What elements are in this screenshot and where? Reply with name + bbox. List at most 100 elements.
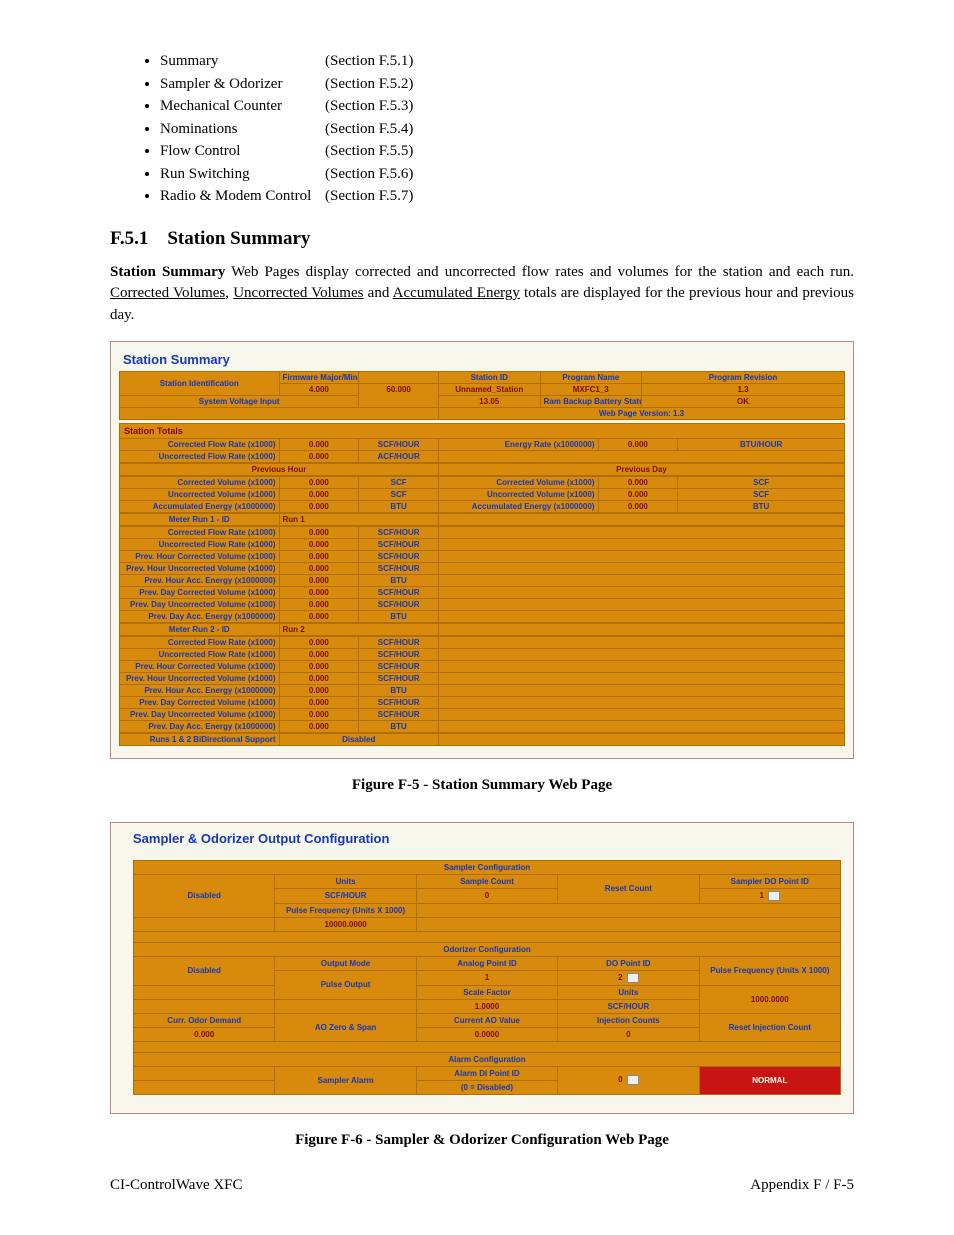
alarm-di-label: Alarm DI Point ID (416, 1066, 557, 1080)
toc-name: Mechanical Counter (160, 95, 325, 118)
run-row-label: Prev. Day Acc. Energy (x1000000) (120, 610, 280, 622)
run-row-value: 0.000 (279, 526, 359, 538)
ph-cv-u: SCF (359, 476, 439, 488)
toc-name: Summary (160, 50, 325, 73)
para-lead: Station Summary (110, 264, 225, 280)
figure-f5-caption: Figure F-5 - Station Summary Web Page (110, 777, 854, 794)
run-row-value: 0.000 (279, 720, 359, 732)
run-row-value: 0.000 (279, 696, 359, 708)
figure-f6-caption: Figure F-6 - Sampler & Odorizer Configur… (110, 1132, 854, 1149)
toc-sec: (Section F.5.1) (325, 53, 413, 69)
sampler-pf-label: Pulse Frequency (Units X 1000) (275, 903, 416, 917)
run-row-value: 0.000 (279, 660, 359, 672)
run-row-label: Corrected Flow Rate (x1000) (120, 636, 280, 648)
ao-zero-span-button[interactable]: AO Zero & Span (275, 1013, 416, 1041)
toc-item: Sampler & Odorizer(Section F.5.2) (160, 73, 854, 96)
toc-name: Flow Control (160, 140, 325, 163)
run-row-label: Uncorrected Flow Rate (x1000) (120, 538, 280, 550)
odor-pf-value: 1000.0000 (699, 985, 840, 1013)
reset-injection-button[interactable]: Reset Injection Count (699, 1013, 840, 1041)
scale-factor-value: 1.0000 (416, 999, 557, 1013)
run-row-value: 0.000 (279, 610, 359, 622)
run1-id: Run 1 (279, 513, 439, 525)
pname-value: MXFC1_3 (540, 383, 642, 395)
ph-cv-l: Corrected Volume (x1000) (120, 476, 280, 488)
run2-bidi-table: Runs 1 & 2 BiDirectional Support Disable… (119, 733, 845, 746)
alarm-di-value[interactable]: 0 (558, 1066, 699, 1094)
pd-uv-v: 0.000 (598, 488, 678, 500)
run-row-value: 0.000 (279, 684, 359, 696)
cod-label: Curr. Odor Demand (134, 1013, 275, 1027)
cao-label: Current AO Value (416, 1013, 557, 1027)
sampler-alarm-label: Sampler Alarm (275, 1066, 416, 1094)
run-row-unit: SCF/HOUR (359, 672, 439, 684)
toc-name: Radio & Modem Control (160, 185, 325, 208)
sampler-units-value: SCF/HOUR (275, 888, 416, 903)
analog-point-value: 1 (416, 970, 557, 985)
run-row-unit: SCF/HOUR (359, 538, 439, 550)
run-row-unit: BTU (359, 720, 439, 732)
sampler-units-label: Units (275, 874, 416, 888)
run-row-label: Prev. Day Corrected Volume (x1000) (120, 586, 280, 598)
scale-factor-label: Scale Factor (416, 985, 557, 999)
run-row-value: 0.000 (279, 586, 359, 598)
pd-ae-v: 0.000 (598, 500, 678, 512)
para-text: Web Pages display corrected and uncorrec… (225, 264, 854, 280)
toc-sec: (Section F.5.6) (325, 166, 413, 182)
do-point-value[interactable]: 2 (558, 970, 699, 985)
run-row-unit: SCF/HOUR (359, 696, 439, 708)
para-u2: Uncorrected Volumes (233, 285, 363, 301)
run-row-label: Prev. Day Corrected Volume (x1000) (120, 696, 280, 708)
pd-ae-l: Accumulated Energy (x1000000) (439, 500, 599, 512)
sampler-do-value[interactable]: 1 (699, 888, 840, 903)
toc-name: Nominations (160, 118, 325, 141)
figure-f6: Sampler & Odorizer Output Configuration … (110, 822, 854, 1114)
ph-ae-v: 0.000 (279, 500, 359, 512)
toc-sec: (Section F.5.5) (325, 143, 413, 159)
station-totals-header: Station Totals (119, 423, 845, 438)
analog-point-label: Analog Point ID (416, 956, 557, 970)
odor-disabled: Disabled (134, 956, 275, 985)
run-row-value: 0.000 (279, 636, 359, 648)
alarm-status: NORMAL (699, 1066, 840, 1094)
er-label: Energy Rate (x1000000) (439, 438, 599, 450)
ufr-value: 0.000 (279, 450, 359, 462)
section-heading: F.5.1 Station Summary (110, 228, 854, 250)
station-ident-table: Station Identification Firmware Major/Mi… (119, 371, 845, 420)
ph-ae-u: BTU (359, 500, 439, 512)
webpage-title: Station Summary (119, 350, 845, 371)
pd-header: Previous Day (439, 463, 845, 475)
reset-count-button[interactable]: Reset Count (558, 874, 699, 903)
output-mode-value: Pulse Output (275, 970, 416, 999)
ic-label: Injection Counts (558, 1013, 699, 1027)
para-u1: Corrected Volumes (110, 285, 225, 301)
run-row-unit: SCF/HOUR (359, 708, 439, 720)
ufr-label: Uncorrected Flow Rate (x1000) (120, 450, 280, 462)
rbbs-value: OK (642, 395, 845, 407)
ph-cv-v: 0.000 (279, 476, 359, 488)
ph-uv-u: SCF (359, 488, 439, 500)
run-row-unit: SCF/HOUR (359, 550, 439, 562)
toc-list: Summary(Section F.5.1) Sampler & Odorize… (110, 50, 854, 208)
sampler-disabled: Disabled (134, 874, 275, 917)
fw-major: 4.000 (279, 383, 359, 395)
toc-item: Mechanical Counter(Section F.5.3) (160, 95, 854, 118)
sampler-config-table: Sampler Configuration Disabled Units Sam… (133, 860, 841, 1095)
run-row-unit: BTU (359, 610, 439, 622)
run-row-unit: SCF/HOUR (359, 660, 439, 672)
run2-header: Meter Run 2 - ID (120, 623, 280, 635)
prev-label: Program Revision (642, 371, 845, 383)
run-row-label: Prev. Hour Uncorrected Volume (x1000) (120, 562, 280, 574)
cod-value: 0.000 (134, 1027, 275, 1041)
toc-item: Radio & Modem Control(Section F.5.7) (160, 185, 854, 208)
run-row-label: Prev. Hour Uncorrected Volume (x1000) (120, 672, 280, 684)
cfr-unit: SCF/HOUR (359, 438, 439, 450)
sid-label: Station ID (439, 371, 541, 383)
svi-label: System Voltage Input (120, 395, 359, 407)
run-row-label: Prev. Hour Corrected Volume (x1000) (120, 550, 280, 562)
run-row-unit: SCF/HOUR (359, 526, 439, 538)
run-row-unit: BTU (359, 684, 439, 696)
station-rates-table: Corrected Flow Rate (x1000) 0.000 SCF/HO… (119, 438, 845, 463)
odor-hdr: Odorizer Configuration (134, 942, 841, 956)
sampler-hdr: Sampler Configuration (134, 860, 841, 874)
